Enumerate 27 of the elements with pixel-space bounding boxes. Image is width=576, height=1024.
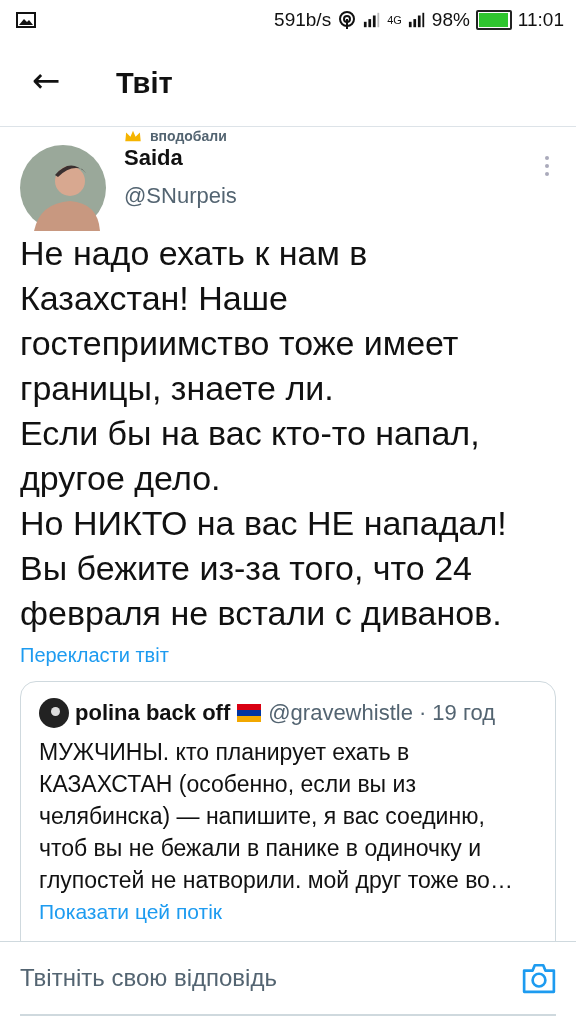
gallery-icon: [16, 12, 36, 28]
social-context: вподобали: [150, 128, 227, 144]
quoted-author-name: polina back off: [75, 700, 231, 726]
author-name[interactable]: Saida: [124, 145, 544, 171]
page-title: Твіт: [116, 66, 173, 100]
network-type: 4G: [387, 14, 402, 26]
author-handle[interactable]: @SNurpeis: [124, 183, 544, 209]
flag-icon: [236, 704, 263, 722]
clock: 11:01: [517, 9, 564, 31]
signal-icon: [407, 12, 426, 28]
avatar[interactable]: [20, 145, 106, 231]
quoted-tweet[interactable]: [20, 681, 556, 941]
more-icon[interactable]: [544, 155, 550, 177]
signal-icon: [363, 12, 382, 28]
network-speed: 591b/s: [274, 9, 332, 31]
quoted-handle: @gravewhistle: [268, 700, 413, 726]
camera-icon[interactable]: [522, 962, 556, 994]
avatar: [39, 698, 69, 728]
reply-field[interactable]: Твітніть свою відповідь: [20, 958, 522, 998]
tweet-text: Не надо ехать к нам в Казахстан! Наше гостеприимство тоже имеет границы, знаете ли. Если бы на вас кто-то напал, другое дело. Но НИКТО на вас НЕ нападал! Вы бежите из-за того, что 24 февраля не встали с диванов.: [20, 233, 508, 634]
battery-percent: 98%: [431, 9, 470, 31]
battery-icon: [475, 10, 512, 30]
crown-icon: [124, 130, 142, 142]
quoted-text: МУЖЧИНЫ. кто планирует ехать в КАЗАХСТАН (особенно, если вы из челябинска) — напишите, я вас соединю, чтоб вы не бежали в панике в одиночку и глупостей не натворили. мой друг тоже во…: [39, 738, 514, 895]
quoted-time: · 19 год: [418, 700, 496, 726]
back-button[interactable]: ←: [0, 60, 92, 106]
hotspot-icon: [337, 10, 358, 30]
